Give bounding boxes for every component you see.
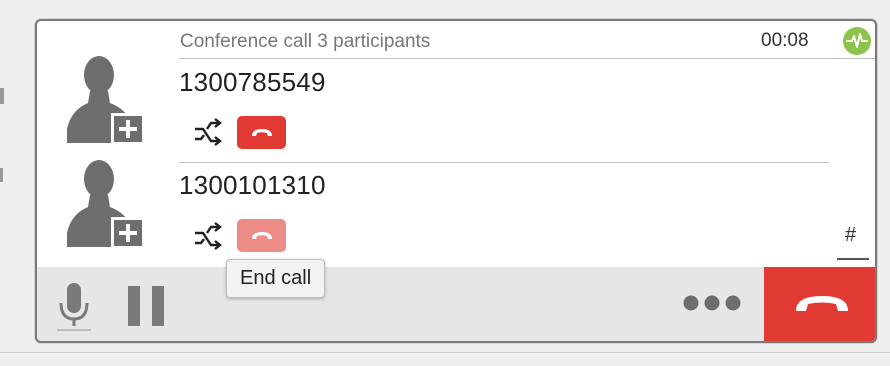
add-contact-icon[interactable] [63, 157, 147, 249]
pause-icon[interactable] [126, 286, 170, 328]
participant-divider [179, 162, 829, 163]
background-fragment [0, 168, 3, 182]
microphone-icon[interactable] [55, 281, 99, 333]
activity-icon [843, 27, 871, 55]
header-divider [179, 58, 875, 59]
more-dots-icon[interactable] [682, 294, 744, 312]
hangup-participant-button[interactable] [237, 219, 286, 252]
participant-number: 1300785549 [179, 67, 326, 97]
phone-hangup-icon [251, 231, 272, 239]
transfer-icon[interactable] [193, 117, 225, 147]
background-divider [0, 352, 890, 353]
add-contact-icon[interactable] [63, 53, 147, 145]
end-call-tooltip: End call [226, 259, 326, 298]
call-timer: 00:08 [761, 30, 809, 51]
end-call-button[interactable] [764, 267, 875, 341]
dialpad-underline [837, 258, 869, 260]
conference-call-panel: Conference call 3 participants 00:08 130… [35, 19, 877, 343]
transfer-icon[interactable] [193, 221, 225, 251]
background-fragment [0, 88, 4, 104]
phone-hangup-icon [251, 128, 272, 136]
hangup-participant-button[interactable] [237, 116, 286, 149]
call-title: Conference call 3 participants [180, 31, 431, 52]
participant-number: 1300101310 [179, 170, 326, 200]
dialpad-button[interactable]: # [845, 224, 856, 247]
phone-hangup-icon [795, 296, 848, 311]
call-toolbar [37, 267, 875, 341]
